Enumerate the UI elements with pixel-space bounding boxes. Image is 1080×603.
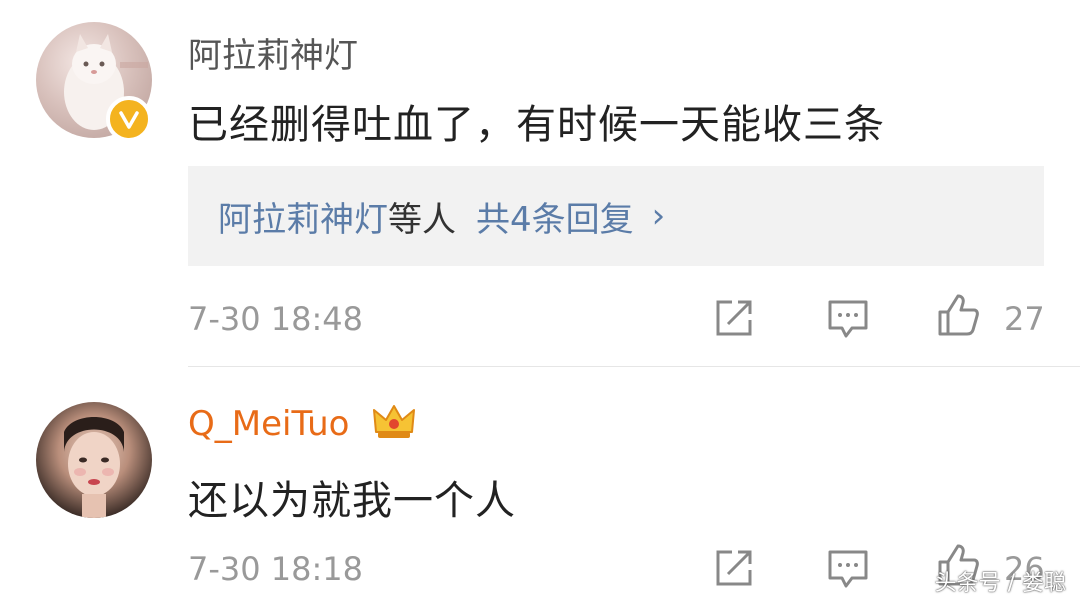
comment-text: 还以为就我一个人 xyxy=(188,478,516,524)
comment-text: 已经删得吐血了，有时候一天能收三条 xyxy=(188,102,885,148)
watermark: 头条号 / 娄聪 xyxy=(934,571,1066,596)
avatar[interactable] xyxy=(36,402,152,518)
woman-avatar-image xyxy=(64,417,124,518)
like-count: 27 xyxy=(1004,300,1045,338)
reply-count[interactable]: 共4条回复 xyxy=(476,192,634,241)
timestamp: 7-30 18:18 xyxy=(188,550,364,588)
crown-icon xyxy=(372,402,416,442)
divider xyxy=(188,366,1080,367)
comment-item: Q_MeiTuo 还以为就我一个人 7-30 18:18 26 xyxy=(0,368,1080,603)
verified-icon xyxy=(106,96,152,142)
chevron-right-icon: › xyxy=(651,196,666,236)
timestamp: 7-30 18:48 xyxy=(188,300,364,338)
username[interactable]: Q_MeiTuo xyxy=(188,404,349,444)
share-icon[interactable] xyxy=(712,296,756,340)
reply-names[interactable]: 阿拉莉神灯 xyxy=(218,192,388,241)
comment-icon[interactable] xyxy=(826,546,870,590)
share-icon[interactable] xyxy=(712,546,756,590)
username[interactable]: 阿拉莉神灯 xyxy=(188,28,358,77)
comment-icon[interactable] xyxy=(826,296,870,340)
reply-suffix: 等人 xyxy=(388,199,456,240)
like-icon[interactable] xyxy=(936,292,980,336)
comment-item: 阿拉莉神灯 已经删得吐血了，有时候一天能收三条 阿拉莉神灯 等人 共4条回复 ›… xyxy=(0,0,1080,368)
replies-preview[interactable]: 阿拉莉神灯 等人 共4条回复 › xyxy=(188,166,1044,266)
